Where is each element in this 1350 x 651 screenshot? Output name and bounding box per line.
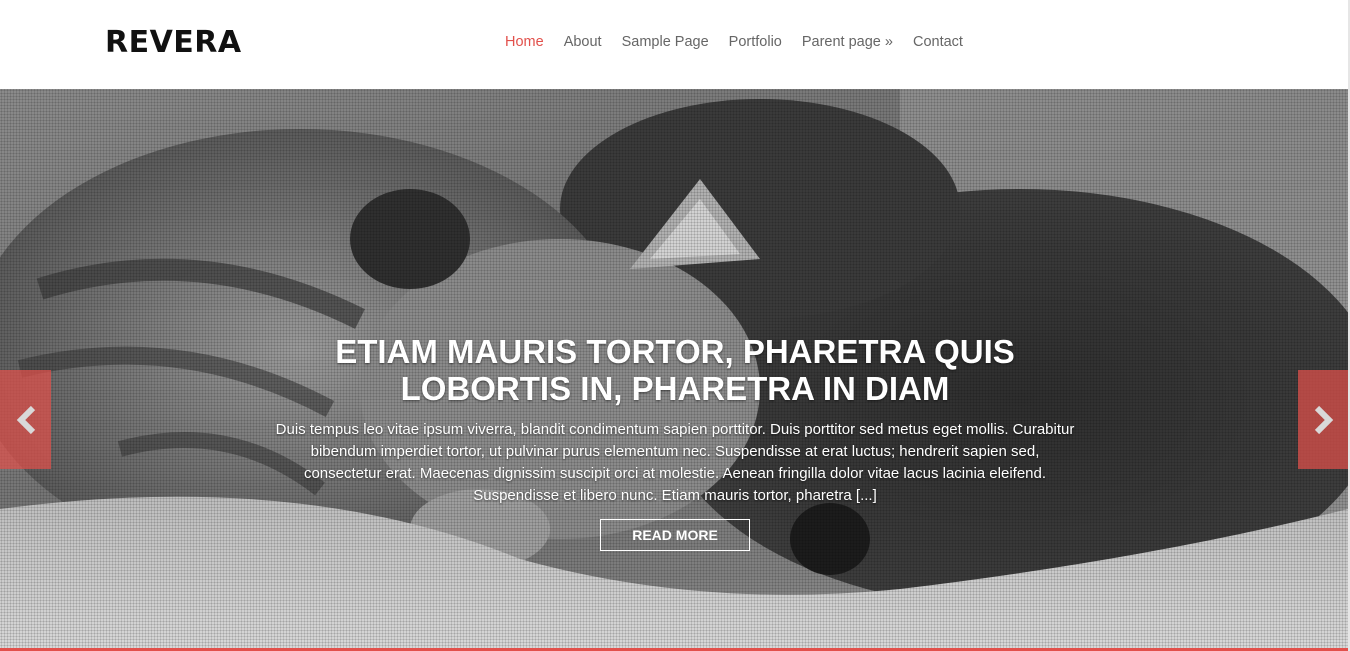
- nav-sample-page[interactable]: Sample Page: [622, 34, 709, 50]
- slider-prev-button[interactable]: [0, 370, 51, 469]
- chevron-left-icon: [16, 405, 35, 434]
- slide-excerpt: Duis tempus leo vitae ipsum viverra, bla…: [275, 421, 1075, 504]
- main-nav: Home About Sample Page Portfolio Parent …: [505, 34, 983, 50]
- nav-home[interactable]: Home: [505, 34, 544, 50]
- slide-title[interactable]: ETIAM MAURIS TORTOR, PHARETRA QUIS LOBOR…: [275, 333, 1075, 407]
- site-logo[interactable]: REVERA: [105, 25, 242, 60]
- site-header: REVERA Home About Sample Page Portfolio …: [0, 0, 1350, 89]
- nav-portfolio[interactable]: Portfolio: [729, 34, 782, 50]
- nav-contact[interactable]: Contact: [913, 34, 963, 50]
- read-more-button[interactable]: READ MORE: [600, 519, 750, 551]
- nav-about[interactable]: About: [564, 34, 602, 50]
- slider-next-button[interactable]: [1298, 370, 1349, 469]
- slide-caption: ETIAM MAURIS TORTOR, PHARETRA QUIS LOBOR…: [275, 333, 1075, 551]
- chevron-right-icon: [1314, 405, 1333, 434]
- nav-parent-page[interactable]: Parent page »: [802, 34, 893, 50]
